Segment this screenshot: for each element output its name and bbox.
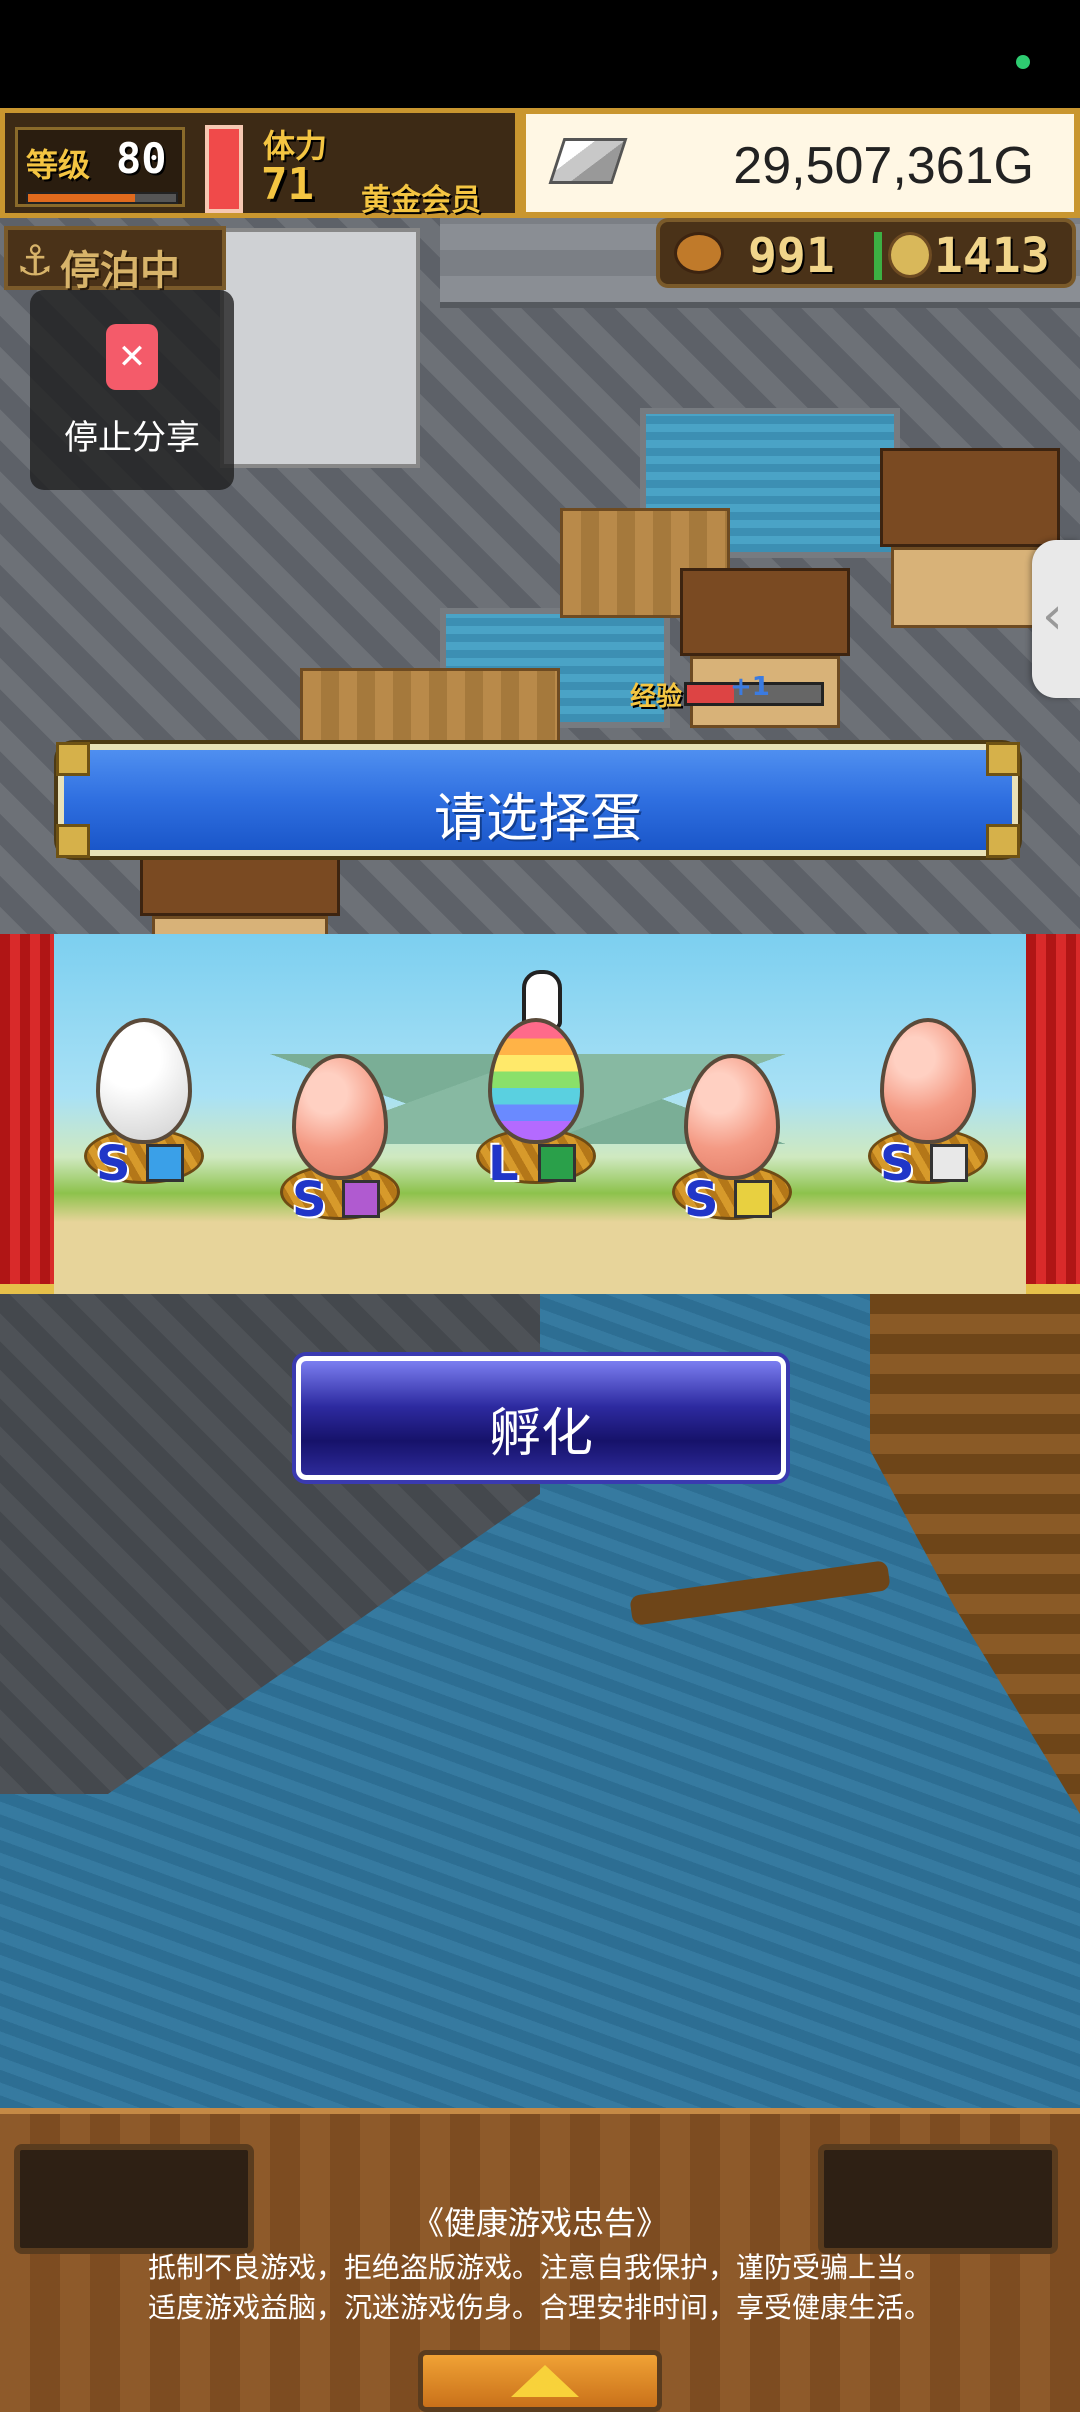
dock-status-label: 停泊中 [60, 248, 180, 294]
stop-share-label: 停止分享 [64, 418, 200, 458]
gold-value: 29,507,361G [733, 137, 1034, 195]
level-box: 等级 80 [15, 127, 185, 207]
egg-size-label: S [880, 1136, 915, 1192]
side-drawer-handle[interactable]: ‹ [1032, 540, 1080, 698]
exp-popup: 经验 +1 [630, 672, 830, 712]
top-hud: 等级 80 体力 71 黄金会员 29,507,361G [0, 108, 1080, 218]
hatch-label: 孵化 [488, 1404, 593, 1464]
banner-corner [986, 742, 1020, 776]
element-icon [342, 1180, 380, 1218]
element-icon [538, 1144, 576, 1182]
rainbow-egg-icon [488, 1018, 584, 1144]
phone-stop-icon: ✕ [106, 324, 158, 390]
health-notice-line: 适度游戏益脑，沉迷游戏伤身。合理安排时间，享受健康生活。 [147, 2291, 932, 2324]
element-icon [734, 1180, 772, 1218]
element-icon [146, 1144, 184, 1182]
gold-panel[interactable]: 29,507,361G [520, 108, 1080, 218]
exp-label: 经验 [630, 682, 683, 712]
anchor-icon: ⚓ [16, 236, 54, 285]
bottom-panel: 《健康游戏忠告》 抵制不良游戏，拒绝盗版游戏。注意自我保护，谨防受骗上当。 适度… [0, 2108, 1080, 2412]
medal-coin-icon [888, 232, 932, 278]
banner-corner [56, 742, 90, 776]
level-progress-bar [26, 192, 178, 204]
camera-indicator-icon [1016, 55, 1030, 69]
dialog-title: 请选择蛋 [433, 789, 642, 849]
stop-share-button[interactable]: ✕ 停止分享 [30, 290, 234, 490]
choose-egg-banner: 请选择蛋 [56, 742, 1020, 858]
egg-option[interactable]: S [672, 1054, 792, 1244]
exp-progress-fill [687, 685, 734, 703]
level-value: 80 [116, 134, 167, 183]
egg-size-label: S [96, 1136, 131, 1192]
egg-option[interactable]: S [84, 1018, 204, 1208]
player-stats-panel: 等级 80 体力 71 黄金会员 [0, 108, 520, 218]
food-value: 991 [748, 228, 835, 284]
left-curtain [0, 934, 54, 1294]
exp-gain: +1 [730, 672, 770, 702]
silver-bar-icon [548, 138, 628, 184]
castle-building [220, 228, 420, 468]
white-egg-icon [96, 1018, 192, 1144]
level-progress-fill [28, 194, 135, 202]
egg-option[interactable]: L [476, 1018, 596, 1208]
coin-value: 1413 [934, 228, 1050, 284]
system-status-bar [0, 0, 1080, 108]
resource-divider [874, 232, 882, 280]
stamina-value: 71 [261, 159, 314, 210]
food-icon [674, 232, 724, 274]
chevron-left-icon: ‹ [1042, 586, 1063, 646]
expand-menu-button[interactable] [418, 2350, 662, 2412]
egg-size-label: S [292, 1172, 327, 1228]
right-curtain [1026, 934, 1080, 1294]
hatch-button[interactable]: 孵化 [296, 1356, 786, 1480]
element-icon [930, 1144, 968, 1182]
resource-panel: 991 1413 [656, 218, 1076, 288]
pink-egg-icon [684, 1054, 780, 1180]
pink-egg-icon [292, 1054, 388, 1180]
egg-size-label: S [684, 1172, 719, 1228]
egg-option[interactable]: S [280, 1054, 400, 1244]
health-notice-title: 《健康游戏忠告》 [411, 2204, 668, 2242]
pink-egg-icon [880, 1018, 976, 1144]
egg-size-label: L [488, 1136, 519, 1192]
arrow-up-icon [511, 2365, 579, 2397]
dock-status-badge[interactable]: ⚓ 停泊中 [4, 226, 226, 294]
egg-selection-stage: SSLSS [0, 934, 1080, 1294]
level-label: 等级 [26, 146, 91, 184]
health-notice-line: 抵制不良游戏，拒绝盗版游戏。注意自我保护，谨防受骗上当。 [147, 2251, 932, 2284]
stamina-gauge [205, 125, 243, 213]
egg-option[interactable]: S [868, 1018, 988, 1208]
member-badge: 黄金会员 [361, 183, 481, 218]
